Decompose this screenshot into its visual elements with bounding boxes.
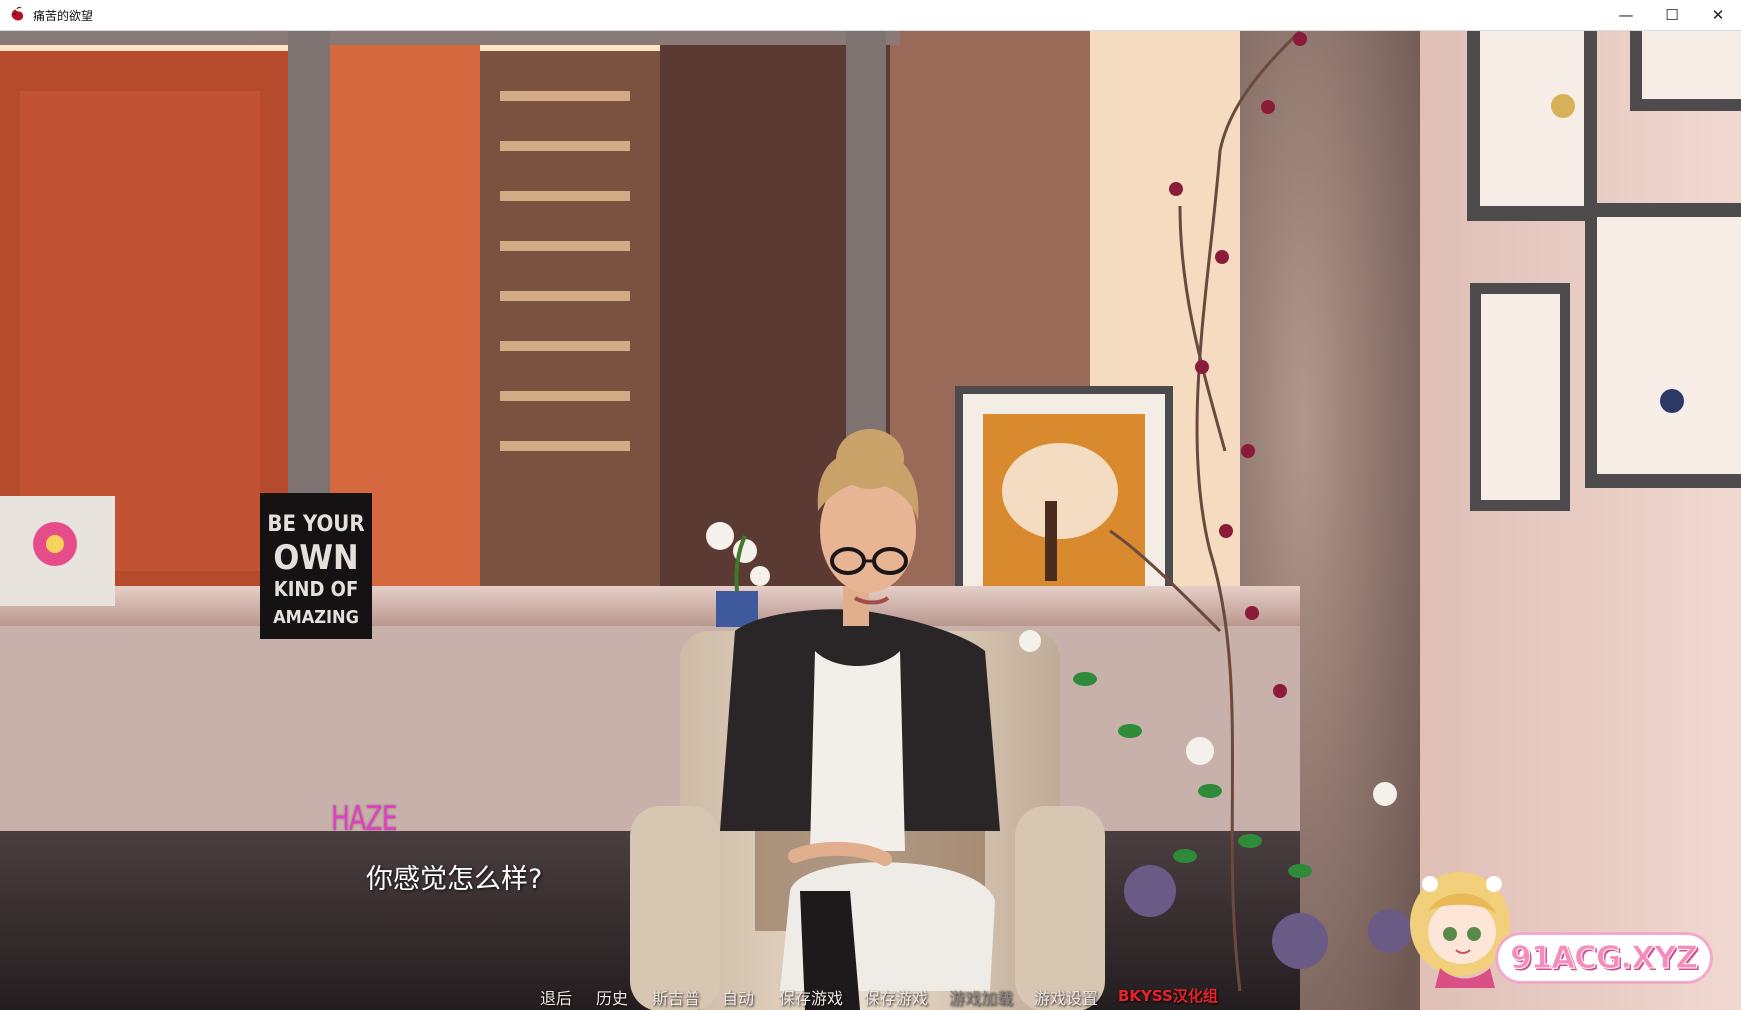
window-controls: — ☐ ✕	[1603, 0, 1741, 30]
quick-menu-preferences[interactable]: 游戏设置	[1034, 985, 1098, 1009]
lower-wall	[0, 626, 1300, 836]
translation-credit: BKYSS汉化组	[1118, 987, 1218, 1005]
sign-line-3: KIND OF	[274, 577, 358, 601]
maximize-button[interactable]: ☐	[1649, 0, 1695, 30]
quick-menu-back[interactable]: 退后	[540, 985, 572, 1009]
motivational-sign: BE YOUR OWN KIND OF AMAZING	[260, 493, 372, 639]
quick-menu-auto[interactable]: 自动	[722, 985, 754, 1009]
window-sill	[0, 586, 1300, 626]
quick-menu-save[interactable]: 保存游戏	[779, 985, 843, 1009]
building-striped	[480, 51, 660, 591]
sign-line-4: AMAZING	[273, 607, 359, 628]
close-button[interactable]: ✕	[1695, 0, 1741, 30]
sign-line-2: OWN	[273, 538, 358, 578]
quick-menu-history[interactable]: 历史	[596, 985, 628, 1009]
window-title: 痛苦的欲望	[33, 8, 94, 23]
maximize-icon: ☐	[1665, 6, 1679, 24]
watermark-text: 91ACG.XYZ	[1510, 940, 1699, 977]
quick-menu-skip[interactable]: 斯吉普	[652, 985, 700, 1009]
sign-line-1: BE YOUR	[267, 512, 364, 537]
title-bar[interactable]: 痛苦的欲望 — ☐ ✕	[0, 0, 1741, 31]
minimize-icon: —	[1618, 6, 1634, 24]
dialogue-text: 你感觉怎么样?	[366, 864, 543, 895]
site-watermark: 91ACG.XYZ	[1400, 862, 1718, 988]
quick-menu-load[interactable]: 游戏加载	[949, 985, 1013, 1009]
flower-picture-frame	[0, 496, 115, 606]
quick-menu: 退后 历史 斯吉普 自动 保存游戏 保存游戏 游戏加载 游戏设置 BKYSS汉化…	[0, 985, 1741, 1009]
quick-menu-quick-save[interactable]: 保存游戏	[864, 985, 928, 1009]
app-icon	[9, 6, 27, 24]
dialogue-speaker-name: HAZE	[331, 799, 398, 839]
game-window: 痛苦的欲望 — ☐ ✕ BE YOUR OWN KIND OF AMAZING …	[0, 0, 1741, 1010]
close-icon: ✕	[1711, 6, 1725, 24]
minimize-button[interactable]: —	[1603, 0, 1649, 30]
window-frame-top	[0, 31, 900, 45]
